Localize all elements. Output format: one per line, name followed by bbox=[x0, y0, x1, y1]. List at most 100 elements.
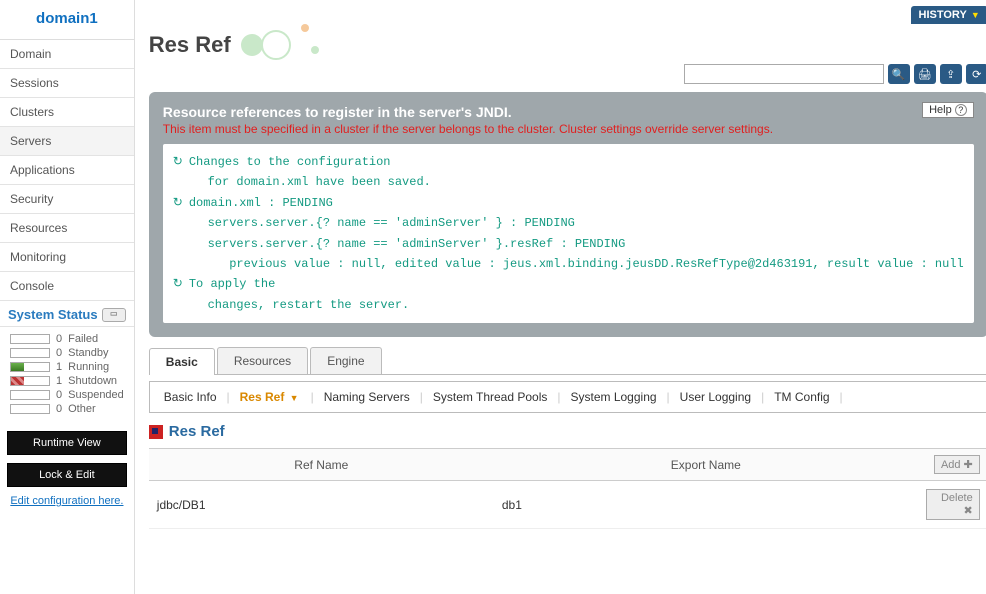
status-count: 0 bbox=[56, 333, 62, 345]
status-bar bbox=[10, 348, 50, 358]
status-count: 0 bbox=[56, 403, 62, 415]
tabs-primary: BasicResourcesEngine bbox=[149, 347, 986, 375]
edit-config-link[interactable]: Edit configuration here. bbox=[0, 495, 134, 507]
panel-warning: This item must be specified in a cluster… bbox=[163, 122, 974, 136]
sidebar-item-security[interactable]: Security bbox=[0, 185, 134, 214]
subtab-naming-servers[interactable]: Naming Servers bbox=[322, 390, 412, 404]
resref-table: Ref Name Export Name Add ✚ jdbc/DB1db1 De… bbox=[149, 448, 986, 529]
log-line: changes, restart the server. bbox=[173, 295, 964, 315]
cell-actions: Delete ✖ bbox=[918, 481, 986, 529]
col-actions: Add ✚ bbox=[918, 449, 986, 481]
status-row: 0 Other bbox=[10, 403, 124, 415]
refresh-icon: ↻ bbox=[173, 274, 183, 294]
panel-header: Resource references to register in the s… bbox=[163, 104, 974, 120]
title-row: Res Ref bbox=[149, 30, 986, 60]
history-label: HISTORY bbox=[919, 9, 967, 21]
status-row: 0 Suspended bbox=[10, 389, 124, 401]
topbar: HISTORY ▼ bbox=[149, 0, 986, 30]
status-count: 0 bbox=[56, 389, 62, 401]
cell-refname: jdbc/DB1 bbox=[149, 481, 494, 529]
tab-basic[interactable]: Basic bbox=[149, 348, 215, 375]
print-icon[interactable]: 🖨 bbox=[914, 64, 936, 84]
help-button[interactable]: Help ? bbox=[922, 102, 974, 118]
log-line: servers.server.{? name == 'adminServer' … bbox=[173, 213, 964, 233]
subtab-res-ref[interactable]: Res Ref ▼ bbox=[238, 390, 303, 404]
status-toggle-icon[interactable]: ▭ bbox=[102, 308, 126, 322]
domain-link[interactable]: domain1 bbox=[36, 10, 98, 27]
help-label: Help bbox=[929, 104, 952, 116]
col-refname: Ref Name bbox=[149, 449, 494, 481]
subtab-tm-config[interactable]: TM Config bbox=[772, 390, 831, 404]
sidebar-item-applications[interactable]: Applications bbox=[0, 156, 134, 185]
col-exportname: Export Name bbox=[494, 449, 918, 481]
system-status-label: System Status bbox=[8, 307, 98, 322]
log-line: ↻To apply the bbox=[173, 274, 964, 294]
cell-exportname: db1 bbox=[494, 481, 918, 529]
status-row: 1 Running bbox=[10, 361, 124, 373]
status-row: 0 Failed bbox=[10, 333, 124, 345]
status-bar bbox=[10, 404, 50, 414]
subtab-system-logging[interactable]: System Logging bbox=[568, 390, 658, 404]
log-line: ↻domain.xml : PENDING bbox=[173, 193, 964, 213]
subtab-user-logging[interactable]: User Logging bbox=[678, 390, 753, 404]
sidebar-item-servers[interactable]: Servers bbox=[0, 127, 134, 156]
sidebar-item-clusters[interactable]: Clusters bbox=[0, 98, 134, 127]
subtab-system-thread-pools[interactable]: System Thread Pools bbox=[431, 390, 550, 404]
refresh-icon: ↻ bbox=[173, 193, 183, 213]
domain-header: domain1 bbox=[0, 0, 134, 40]
page-title: Res Ref bbox=[149, 32, 231, 58]
status-bar bbox=[10, 376, 50, 386]
history-button[interactable]: HISTORY ▼ bbox=[911, 6, 986, 24]
search-icon[interactable]: 🔍 bbox=[888, 64, 910, 84]
refresh-icon: ↻ bbox=[173, 152, 183, 172]
info-panel: Help ? Resource references to register i… bbox=[149, 92, 986, 337]
section-heading: Res Ref bbox=[169, 423, 225, 440]
status-bar bbox=[10, 334, 50, 344]
sidebar: domain1 DomainSessionsClustersServersApp… bbox=[0, 0, 135, 594]
status-row: 1 Shutdown bbox=[10, 375, 124, 387]
section-icon bbox=[149, 425, 163, 439]
sidebar-item-console[interactable]: Console bbox=[0, 272, 134, 301]
delete-button[interactable]: Delete ✖ bbox=[926, 489, 980, 520]
log-line: ↻Changes to the configuration bbox=[173, 152, 964, 172]
status-label: Running bbox=[68, 361, 109, 373]
status-label: Other bbox=[68, 403, 96, 415]
status-count: 1 bbox=[56, 375, 62, 387]
log-line: servers.server.{? name == 'adminServer' … bbox=[173, 234, 964, 254]
status-bar bbox=[10, 362, 50, 372]
status-label: Failed bbox=[68, 333, 98, 345]
status-row: 0Standby bbox=[10, 347, 124, 359]
sidebar-item-domain[interactable]: Domain bbox=[0, 40, 134, 69]
status-count: 0 bbox=[56, 347, 62, 359]
sidebar-item-sessions[interactable]: Sessions bbox=[0, 69, 134, 98]
status-count: 1 bbox=[56, 361, 62, 373]
sidebar-item-monitoring[interactable]: Monitoring bbox=[0, 243, 134, 272]
search-input[interactable] bbox=[684, 64, 884, 84]
search-row: 🔍 🖨 ⇪ ⟳ bbox=[149, 64, 986, 84]
status-label: Shutdown bbox=[68, 375, 117, 387]
refresh-icon[interactable]: ⟳ bbox=[966, 64, 986, 84]
status-stats: 0 Failed 0Standby 1 Running 1 Shutdown 0 Suspend… bbox=[0, 327, 134, 427]
log-line: for domain.xml have been saved. bbox=[173, 172, 964, 192]
sidebar-item-resources[interactable]: Resources bbox=[0, 214, 134, 243]
sidebar-nav: DomainSessionsClustersServersApplication… bbox=[0, 40, 134, 301]
status-label: Suspended bbox=[68, 389, 124, 401]
section-title: Res Ref bbox=[149, 423, 986, 440]
log-box: ↻Changes to the configuration for domain… bbox=[163, 144, 974, 323]
tab-resources[interactable]: Resources bbox=[217, 347, 308, 374]
tabs-secondary: Basic Info|Res Ref ▼|Naming Servers|Syst… bbox=[149, 381, 986, 413]
chevron-down-icon: ▼ bbox=[288, 393, 301, 403]
subtab-basic-info[interactable]: Basic Info bbox=[162, 390, 219, 404]
table-row: jdbc/DB1db1 Delete ✖ bbox=[149, 481, 986, 529]
export-icon[interactable]: ⇪ bbox=[940, 64, 962, 84]
main-content: HISTORY ▼ Res Ref 🔍 🖨 ⇪ ⟳ Help ? Resourc… bbox=[135, 0, 986, 594]
log-line: previous value : null, edited value : je… bbox=[173, 254, 964, 274]
lock-edit-button[interactable]: Lock & Edit bbox=[7, 463, 127, 487]
chevron-down-icon: ▼ bbox=[971, 10, 980, 20]
decorative-dots bbox=[241, 30, 361, 60]
runtime-view-button[interactable]: Runtime View bbox=[7, 431, 127, 455]
add-button[interactable]: Add ✚ bbox=[934, 455, 980, 474]
tab-engine[interactable]: Engine bbox=[310, 347, 381, 374]
status-bar bbox=[10, 390, 50, 400]
help-icon: ? bbox=[955, 104, 967, 116]
